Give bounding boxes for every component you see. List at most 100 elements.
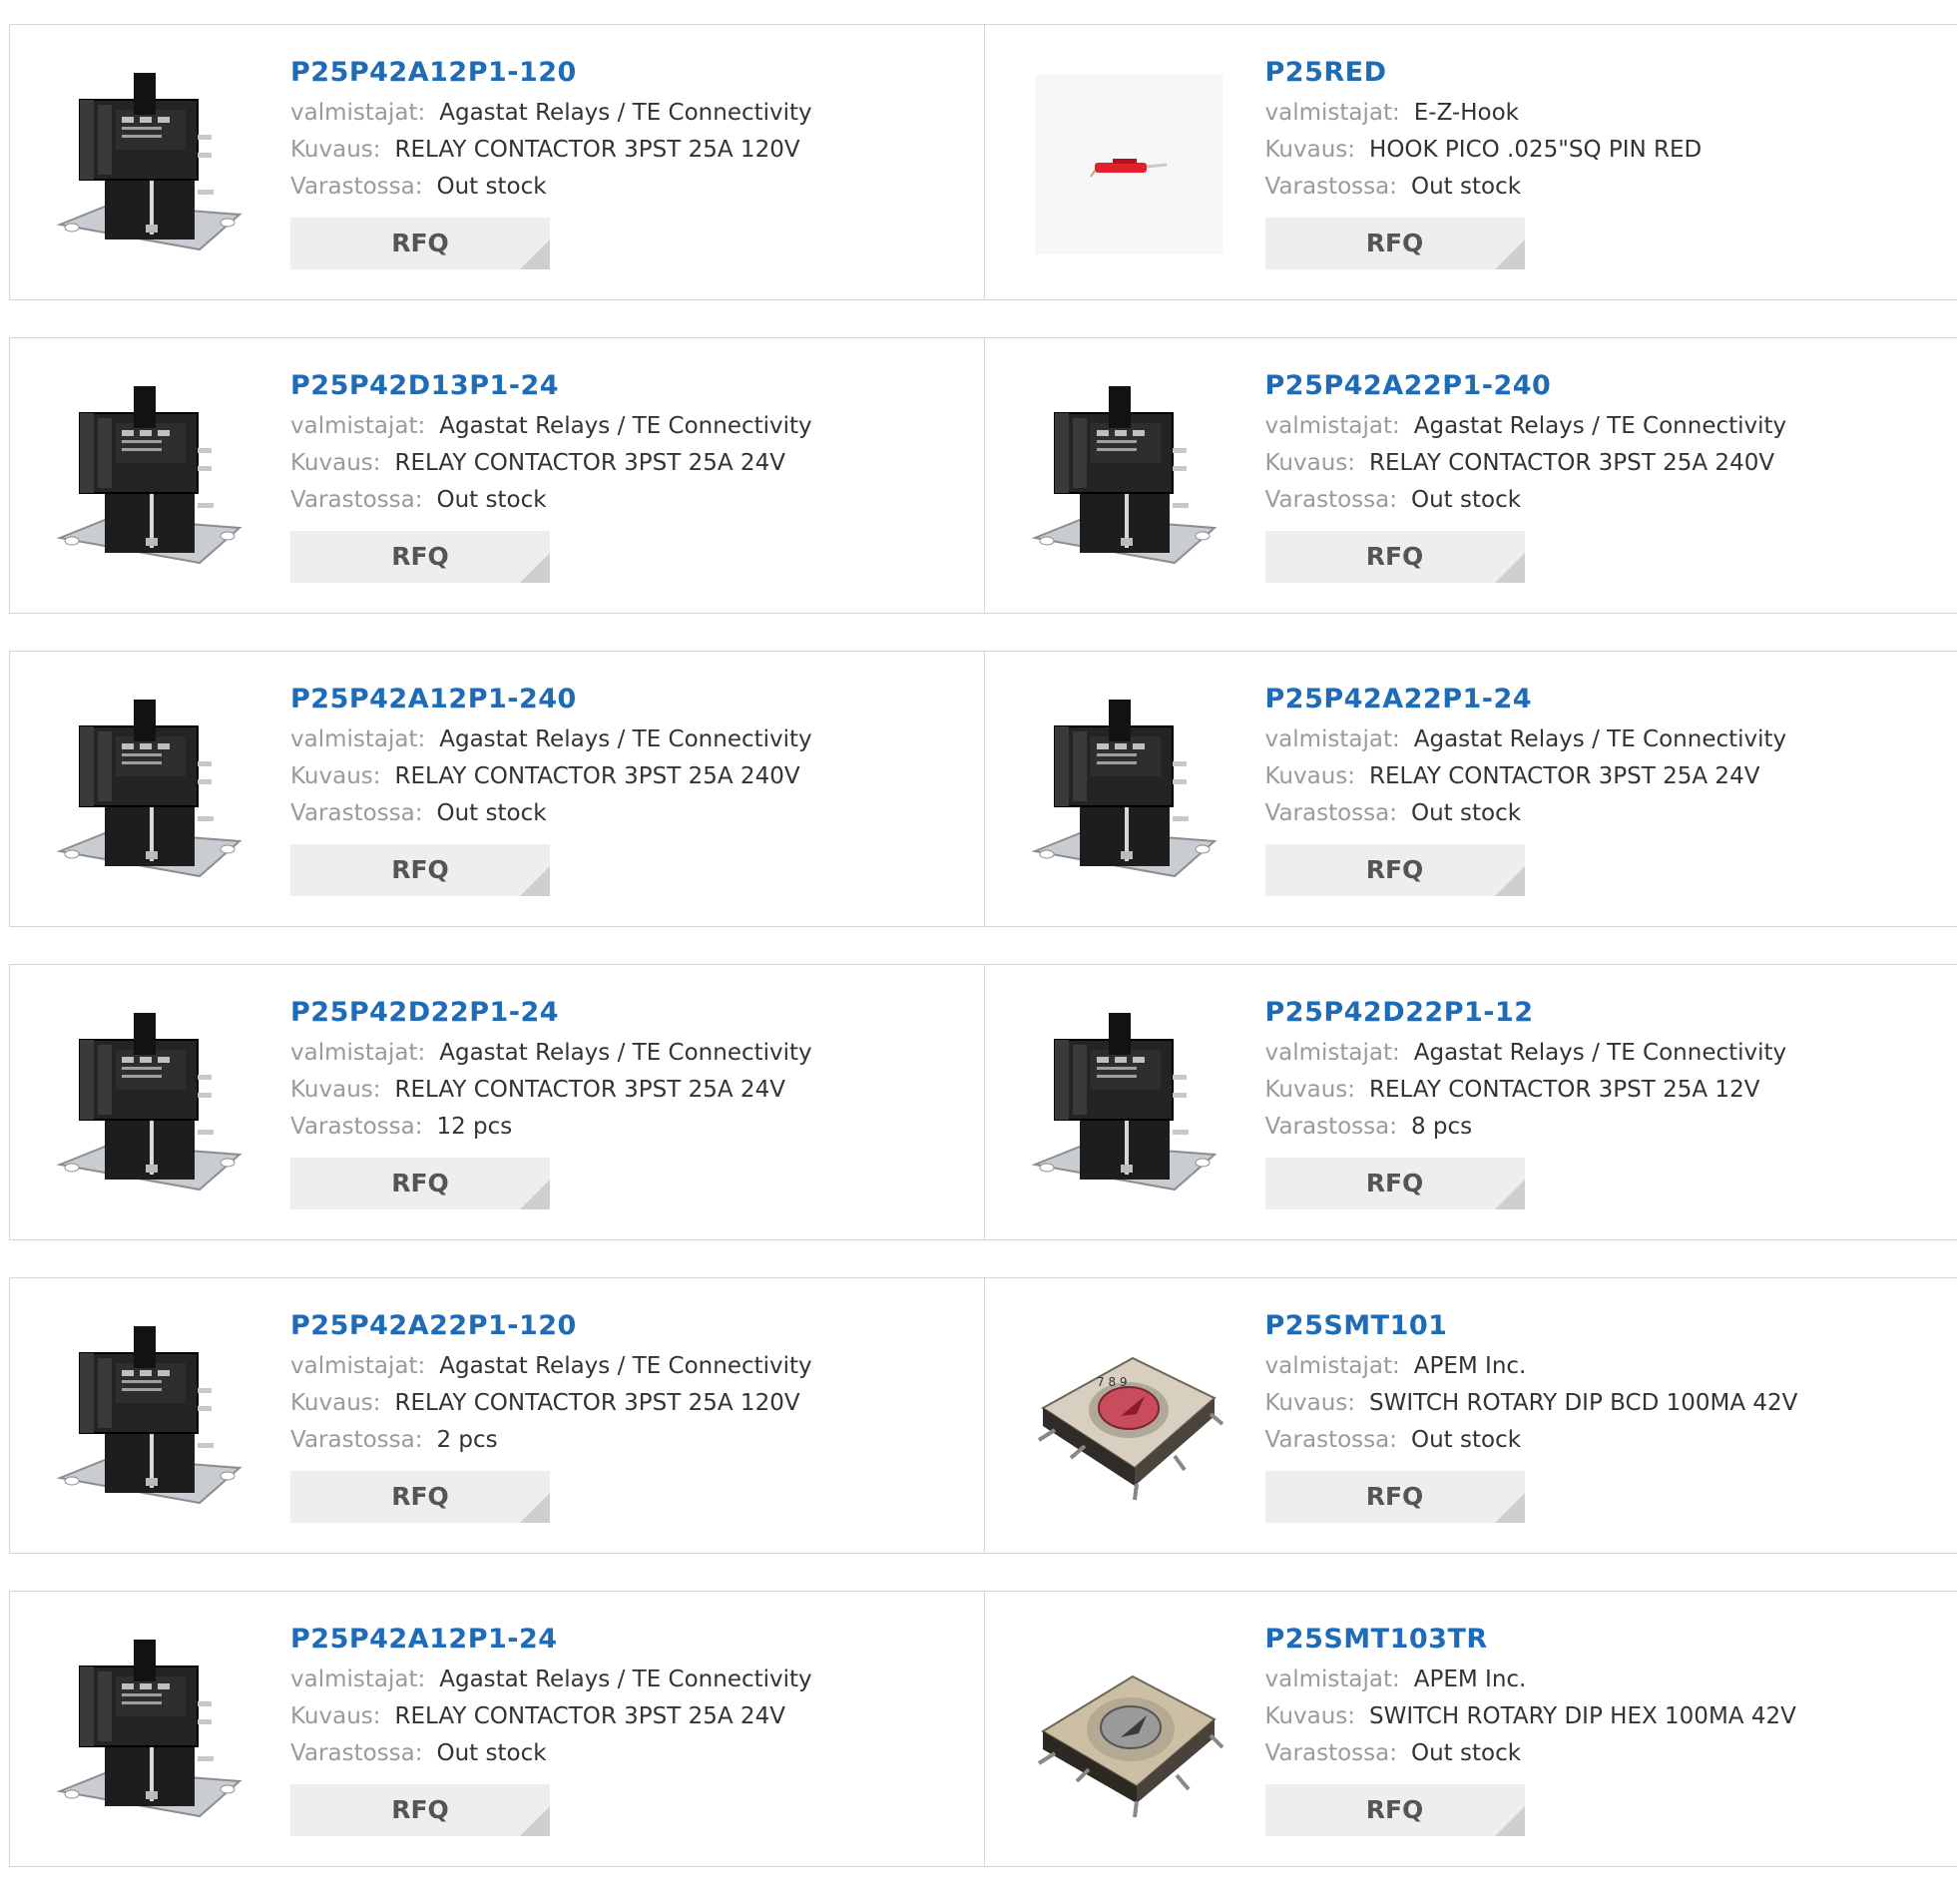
rfq-button[interactable]: RFQ [1265,1158,1525,1209]
stock-line: Varastossa:Out stock [1265,1735,1796,1772]
manufacturer-value: Agastat Relays / TE Connectivity [439,100,811,126]
stock-line: Varastossa:Out stock [290,1735,812,1772]
description-line: Kuvaus:HOOK PICO .025"SQ PIN RED [1265,132,1703,169]
description-line: Kuvaus:RELAY CONTACTOR 3PST 25A 240V [290,758,812,795]
product-image[interactable] [1025,378,1232,578]
description-line: Kuvaus:RELAY CONTACTOR 3PST 25A 120V [290,132,812,169]
manufacturer-label: valmistajat: [1265,726,1400,752]
relay-contactor-icon [50,65,257,264]
relay-contactor-icon [50,692,257,891]
product-card: P25SMT103TR valmistajat: APEM Inc. Kuvaus… [984,1592,1957,1866]
manufacturer-label: valmistajat: [290,1040,425,1066]
rfq-button[interactable]: RFQ [1265,1784,1525,1836]
manufacturer-value: E-Z-Hook [1414,100,1519,126]
rfq-button[interactable]: RFQ [290,1784,550,1836]
rfq-button[interactable]: RFQ [290,531,550,583]
manufacturer-line: valmistajat:Agastat Relays / TE Connecti… [290,721,812,758]
stock-value: Out stock [1411,487,1521,513]
product-image[interactable] [50,378,257,578]
product-row: P25P42A12P1-24 valmistajat: Agastat Relay… [9,1591,1957,1867]
manufacturer-value: Agastat Relays / TE Connectivity [1414,413,1786,439]
description-line: Kuvaus:RELAY CONTACTOR 3PST 25A 12V [1265,1072,1787,1109]
product-image[interactable] [50,65,257,264]
relay-contactor-icon [1025,1005,1232,1204]
relay-contactor-icon [1025,378,1232,578]
product-card: P25P42A12P1-120 valmistajat: Agastat Rela… [10,25,984,299]
product-row: P25P42A12P1-120 valmistajat: Agastat Rela… [9,24,1957,300]
product-card: P25P42D13P1-24 valmistajat:Agastat Relay… [10,338,984,613]
rfq-button[interactable]: RFQ [1265,218,1525,269]
product-image[interactable] [50,692,257,891]
rfq-button[interactable]: RFQ [1265,531,1525,583]
product-image[interactable] [1025,65,1232,264]
product-image[interactable] [1025,692,1232,891]
part-number-link[interactable]: P25P42A22P1-24 [1265,678,1787,721]
stock-line: Varastossa:12 pcs [290,1109,812,1146]
part-number-link[interactable]: P25P42D22P1-12 [1265,991,1787,1035]
rfq-button[interactable]: RFQ [290,1158,550,1209]
product-image[interactable] [50,1005,257,1204]
stock-line: Varastossa:8 pcs [1265,1109,1787,1146]
description-value: RELAY CONTACTOR 3PST 25A 120V [395,137,800,163]
product-image[interactable] [1025,1005,1232,1204]
rfq-button[interactable]: RFQ [1265,1471,1525,1523]
manufacturer-line: valmistajat:E-Z-Hook [1265,95,1703,132]
product-image[interactable] [1025,1632,1232,1831]
rfq-button[interactable]: RFQ [290,844,550,896]
part-number-link[interactable]: P25P42D22P1-24 [290,991,812,1035]
manufacturer-value: Agastat Relays / TE Connectivity [439,1040,811,1066]
description-line: Kuvaus:SWITCH ROTARY DIP HEX 100MA 42V [1265,1698,1796,1735]
product-card: P25P42D22P1-24 valmistajat: Agastat Relay… [10,965,984,1239]
rfq-label: RFQ [1366,855,1424,884]
part-number-link[interactable]: P25P42A22P1-120 [290,1304,812,1348]
description-value: RELAY CONTACTOR 3PST 25A 240V [395,763,800,789]
product-image[interactable] [50,1632,257,1831]
manufacturer-line: valmistajat:APEM Inc. [1265,1348,1798,1385]
rfq-label: RFQ [1366,1795,1424,1824]
description-line: Kuvaus:RELAY CONTACTOR 3PST 25A 240V [1265,445,1787,482]
stock-value: Out stock [1411,1427,1521,1453]
stock-label: Varastossa: [290,1740,422,1766]
stock-line: Varastossa:Out stock [290,795,812,832]
rfq-button[interactable]: RFQ [290,218,550,269]
product-card: P25P42A22P1-120 valmistajat:Agastat Rela… [10,1278,984,1553]
description-value: SWITCH ROTARY DIP HEX 100MA 42V [1369,1703,1796,1729]
description-label: Kuvaus: [1265,763,1356,789]
manufacturer-label: valmistajat: [290,100,425,126]
rfq-button[interactable]: RFQ [1265,844,1525,896]
part-number-link[interactable]: P25SMT101 [1265,1304,1798,1348]
manufacturer-value: Agastat Relays / TE Connectivity [439,1666,811,1692]
manufacturer-value: Agastat Relays / TE Connectivity [439,413,811,439]
part-number-link[interactable]: P25P42A22P1-240 [1265,364,1787,408]
description-value: RELAY CONTACTOR 3PST 25A 24V [1369,763,1759,789]
part-number-link[interactable]: P25RED [1265,51,1703,95]
corner-triangle-icon [1495,553,1525,583]
corner-triangle-icon [520,553,550,583]
product-card: P25P42A22P1-240 valmistajat:Agastat Rela… [984,338,1957,613]
part-number-link[interactable]: P25SMT103TR [1265,1618,1796,1662]
part-number-link[interactable]: P25P42A12P1-240 [290,678,812,721]
product-info: P25P42D13P1-24 valmistajat:Agastat Relay… [290,364,812,583]
stock-label: Varastossa: [290,174,422,200]
relay-contactor-icon [1025,692,1232,891]
rfq-label: RFQ [1366,1482,1424,1511]
part-number-link[interactable]: P25P42A12P1-120 [290,51,812,95]
manufacturer-value: APEM Inc. [1414,1666,1527,1692]
rfq-label: RFQ [1366,229,1424,257]
product-image[interactable]: 7 8 9 [1025,1318,1232,1518]
manufacturer-label: valmistajat: [290,1666,425,1692]
rfq-label: RFQ [391,855,449,884]
rfq-label: RFQ [391,1795,449,1824]
product-image[interactable] [50,1318,257,1518]
product-info: P25P42A22P1-120 valmistajat:Agastat Rela… [290,1304,812,1523]
description-line: Kuvaus:SWITCH ROTARY DIP BCD 100MA 42V [1265,1385,1798,1422]
rfq-button[interactable]: RFQ [290,1471,550,1523]
manufacturer-label: valmistajat: [1265,1666,1400,1692]
part-number-link[interactable]: P25P42D13P1-24 [290,364,812,408]
stock-value: Out stock [436,487,546,513]
stock-value: Out stock [436,800,546,826]
part-number-link[interactable]: P25P42A12P1-24 [290,1618,812,1662]
relay-contactor-icon [50,1632,257,1831]
description-label: Kuvaus: [290,1390,381,1416]
stock-label: Varastossa: [1265,1114,1397,1140]
